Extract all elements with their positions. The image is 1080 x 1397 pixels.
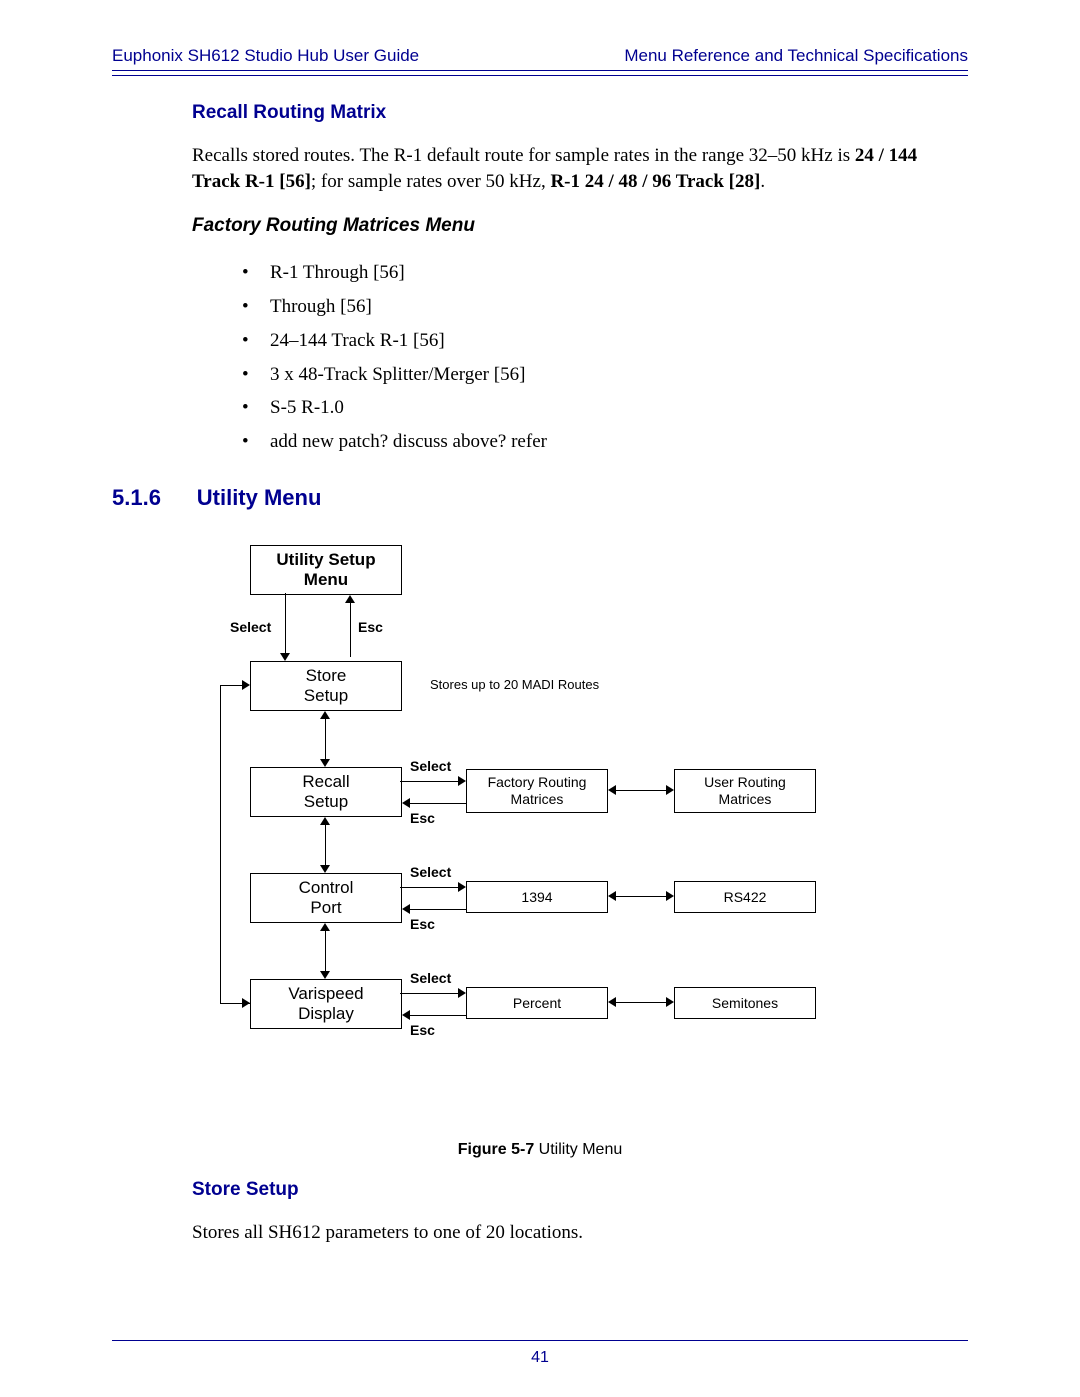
list-item: 3 x 48-Track Splitter/Merger [56]	[242, 358, 968, 392]
para-recall-routing: Recalls stored routes. The R-1 default r…	[192, 143, 968, 195]
heading-recall-routing: Recall Routing Matrix	[192, 102, 968, 124]
heading-store-setup: Store Setup	[192, 1179, 968, 1201]
header-left: Euphonix SH612 Studio Hub User Guide	[112, 46, 419, 66]
box-factory-matrices: Factory Routing Matrices	[466, 769, 608, 813]
list-item: R-1 Through [56]	[242, 256, 968, 290]
label-select: Select	[230, 619, 271, 635]
label-esc: Esc	[358, 619, 383, 635]
box-control-port: Control Port	[250, 873, 402, 923]
box-varispeed: Varispeed Display	[250, 979, 402, 1029]
page-header: Euphonix SH612 Studio Hub User Guide Men…	[112, 46, 968, 66]
page: Euphonix SH612 Studio Hub User Guide Men…	[0, 0, 1080, 1397]
page-number: 41	[0, 1349, 1080, 1367]
section-title: Utility Menu	[197, 485, 322, 510]
section-number: 5.1.6	[112, 485, 192, 511]
label-esc: Esc	[410, 1022, 435, 1038]
label-select: Select	[410, 864, 451, 880]
header-right: Menu Reference and Technical Specificati…	[624, 46, 968, 66]
content: Recall Routing Matrix Recalls stored rou…	[112, 98, 968, 1256]
box-user-matrices: User Routing Matrices	[674, 769, 816, 813]
label-esc: Esc	[410, 916, 435, 932]
label-esc: Esc	[410, 810, 435, 826]
box-percent: Percent	[466, 987, 608, 1019]
box-utility-setup: Utility Setup Menu	[250, 545, 402, 595]
utility-menu-diagram: Utility Setup Menu Select Esc Store Setu…	[220, 545, 860, 1135]
list-item: S-5 R-1.0	[242, 391, 968, 425]
note-store: Stores up to 20 MADI Routes	[430, 677, 599, 692]
figure-caption: Figure 5-7 Utility Menu	[112, 1141, 968, 1159]
box-semitones: Semitones	[674, 987, 816, 1019]
box-1394: 1394	[466, 881, 608, 913]
para-store-setup: Stores all SH612 parameters to one of 20…	[192, 1220, 968, 1246]
box-rs422: RS422	[674, 881, 816, 913]
footer-rule	[112, 1340, 968, 1341]
list-item: 24–144 Track R-1 [56]	[242, 324, 968, 358]
heading-factory-menu: Factory Routing Matrices Menu	[192, 215, 968, 237]
heading-utility: 5.1.6 Utility Menu	[112, 485, 968, 511]
header-rule	[112, 70, 968, 76]
label-select: Select	[410, 758, 451, 774]
list-item: add new patch? discuss above? refer	[242, 425, 968, 459]
box-store-setup: Store Setup	[250, 661, 402, 711]
factory-menu-list: R-1 Through [56] Through [56] 24–144 Tra…	[242, 256, 968, 458]
box-recall-setup: Recall Setup	[250, 767, 402, 817]
list-item: Through [56]	[242, 290, 968, 324]
label-select: Select	[410, 970, 451, 986]
